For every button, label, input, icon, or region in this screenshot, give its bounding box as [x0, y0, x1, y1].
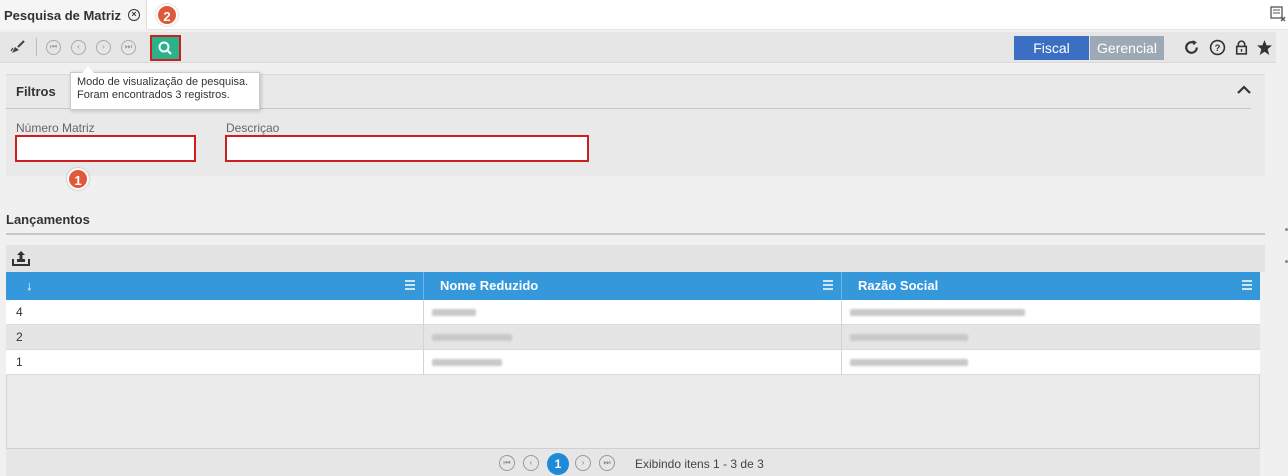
next-page-icon[interactable]: ›: [575, 455, 591, 471]
tooltip-line-1: Modo de visualização de pesquisa.: [77, 76, 249, 88]
cell-id: 4: [6, 300, 424, 325]
column-menu-icon[interactable]: [405, 280, 415, 290]
toolbar-divider: [36, 38, 37, 56]
pager-info: Exibindo itens 1 - 3 de 3: [635, 457, 764, 471]
help-icon[interactable]: ?: [1209, 39, 1226, 56]
close-tab-icon[interactable]: ×: [128, 9, 141, 21]
column-header-razao-social[interactable]: Razão Social: [842, 272, 1260, 300]
filters-title: Filtros: [16, 84, 56, 99]
export-icon[interactable]: [12, 250, 30, 267]
next-record-icon[interactable]: ›: [96, 40, 111, 55]
tab-pesquisa-de-matriz[interactable]: Pesquisa de Matriz ×: [0, 0, 148, 30]
search-icon: [158, 41, 172, 55]
table-row[interactable]: 4: [6, 300, 1260, 325]
grid-pager: ⏮ ‹ 1 › ⏭ Exibindo itens 1 - 3 de 3: [6, 448, 1260, 476]
prev-page-icon[interactable]: ‹: [523, 455, 539, 471]
cell-nome-reduzido-redacted: [424, 325, 842, 350]
fiscal-button[interactable]: Fiscal: [1014, 36, 1089, 60]
lock-icon[interactable]: [1233, 39, 1250, 56]
tab-bar: Pesquisa de Matriz ×: [0, 0, 1288, 30]
cell-nome-reduzido-redacted: [424, 350, 842, 375]
cell-id: 1: [6, 350, 424, 375]
grid-toolbar: [6, 245, 1265, 272]
column-label: Nome Reduzido: [440, 278, 539, 293]
descricao-input[interactable]: [225, 135, 589, 162]
broom-clear-icon[interactable]: [10, 39, 26, 55]
tooltip-line-2: Foram encontrados 3 registros.: [77, 89, 230, 101]
table-row[interactable]: 2: [6, 325, 1260, 350]
lancamentos-grid: ↓ Nome Reduzido Razão Social 4 2 1: [6, 272, 1260, 375]
table-row[interactable]: 1: [6, 350, 1260, 375]
first-record-icon[interactable]: ⏮: [46, 40, 61, 55]
column-header-nome-reduzido[interactable]: Nome Reduzido: [424, 272, 842, 300]
search-mode-tooltip: Modo de visualização de pesquisa. Foram …: [70, 72, 260, 110]
search-button[interactable]: [150, 35, 181, 61]
lancamentos-title: Lançamentos: [6, 212, 90, 227]
tab-title: Pesquisa de Matriz: [4, 7, 122, 23]
first-page-icon[interactable]: ⏮: [499, 455, 515, 471]
callout-badge-1: 1: [67, 168, 89, 190]
column-label: Razão Social: [858, 278, 939, 293]
cell-nome-reduzido-redacted: [424, 300, 842, 325]
last-page-icon[interactable]: ⏭: [599, 455, 615, 471]
numero-matriz-input[interactable]: [15, 135, 196, 162]
main-toolbar: ⏮ ‹ › ⏭ Fiscal Gerencial ?: [0, 32, 1276, 63]
column-menu-icon[interactable]: [823, 280, 833, 290]
lancamentos-divider: [6, 233, 1265, 235]
sort-arrow-icon: ↓: [26, 278, 33, 293]
svg-text:?: ?: [1215, 43, 1221, 54]
last-record-icon[interactable]: ⏭: [121, 40, 136, 55]
column-header-sort[interactable]: ↓: [6, 272, 424, 300]
refresh-icon[interactable]: [1183, 39, 1200, 56]
tooltip-arrow: [82, 66, 94, 73]
current-page-button[interactable]: 1: [547, 453, 569, 475]
prev-record-icon[interactable]: ‹: [71, 40, 86, 55]
callout-badge-2: 2: [156, 4, 178, 26]
cell-razao-social-redacted: [842, 300, 1260, 325]
descricao-label: Descriçao: [226, 121, 280, 135]
column-menu-icon[interactable]: [1242, 280, 1252, 290]
numero-matriz-label: Número Matriz: [16, 121, 95, 135]
gerencial-button[interactable]: Gerencial: [1090, 36, 1164, 60]
favorite-star-icon[interactable]: [1256, 39, 1273, 56]
chevron-up-icon[interactable]: [1237, 85, 1251, 95]
cell-razao-social-redacted: [842, 350, 1260, 375]
cell-razao-social-redacted: [842, 325, 1260, 350]
grid-header: ↓ Nome Reduzido Razão Social: [6, 272, 1260, 300]
grid-empty-area: [6, 375, 1260, 448]
window-list-icon[interactable]: [1270, 6, 1286, 22]
cell-id: 2: [6, 325, 424, 350]
